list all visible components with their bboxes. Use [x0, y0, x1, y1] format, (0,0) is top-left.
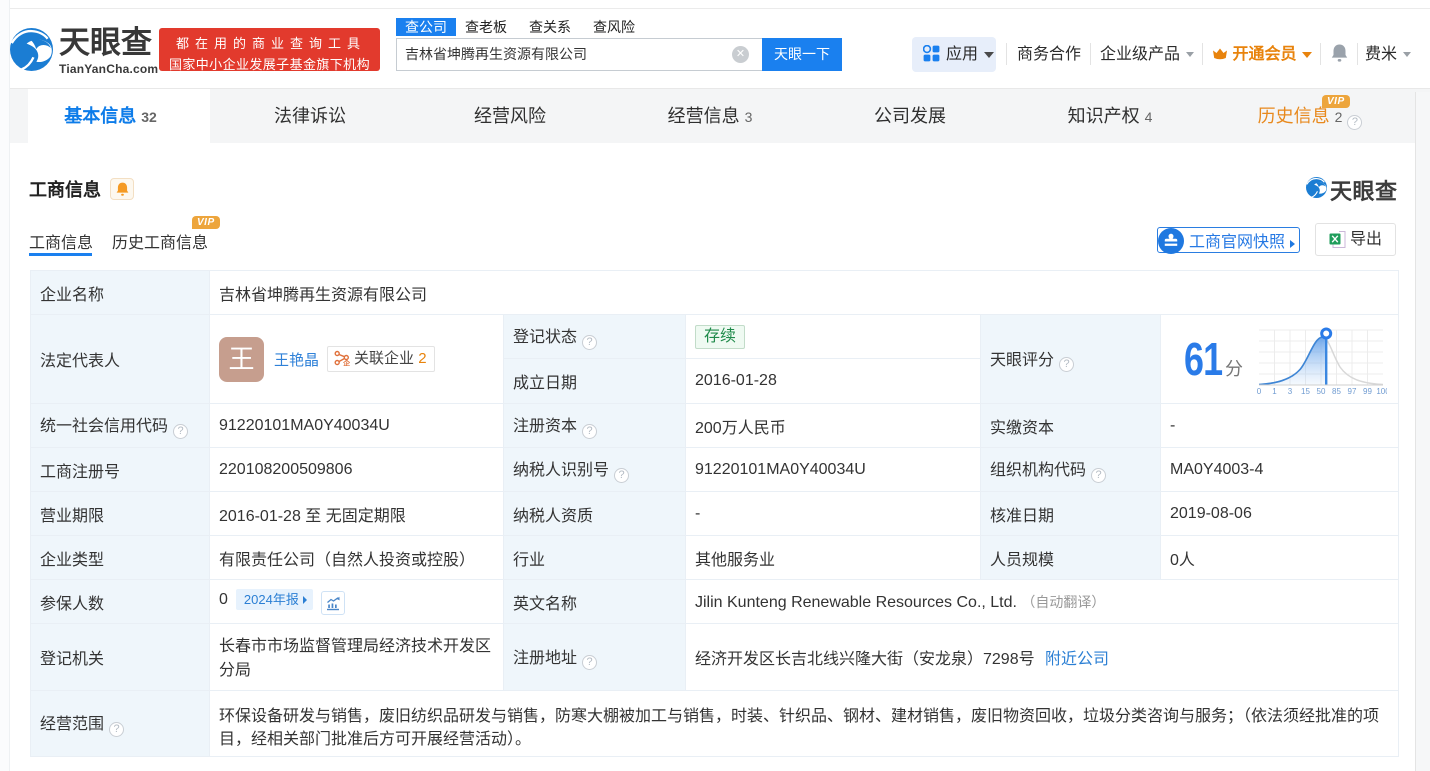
- svg-text:97: 97: [1348, 387, 1357, 396]
- svg-text:50: 50: [1317, 387, 1326, 396]
- svg-text:0: 0: [1257, 387, 1262, 396]
- svg-text:15: 15: [1301, 387, 1310, 396]
- svg-text:3: 3: [1288, 387, 1293, 396]
- svg-text:企: 企: [342, 359, 350, 367]
- svg-text:1: 1: [1272, 387, 1277, 396]
- svg-text:99: 99: [1363, 387, 1372, 396]
- svg-text:100: 100: [1376, 387, 1387, 396]
- svg-text:85: 85: [1332, 387, 1341, 396]
